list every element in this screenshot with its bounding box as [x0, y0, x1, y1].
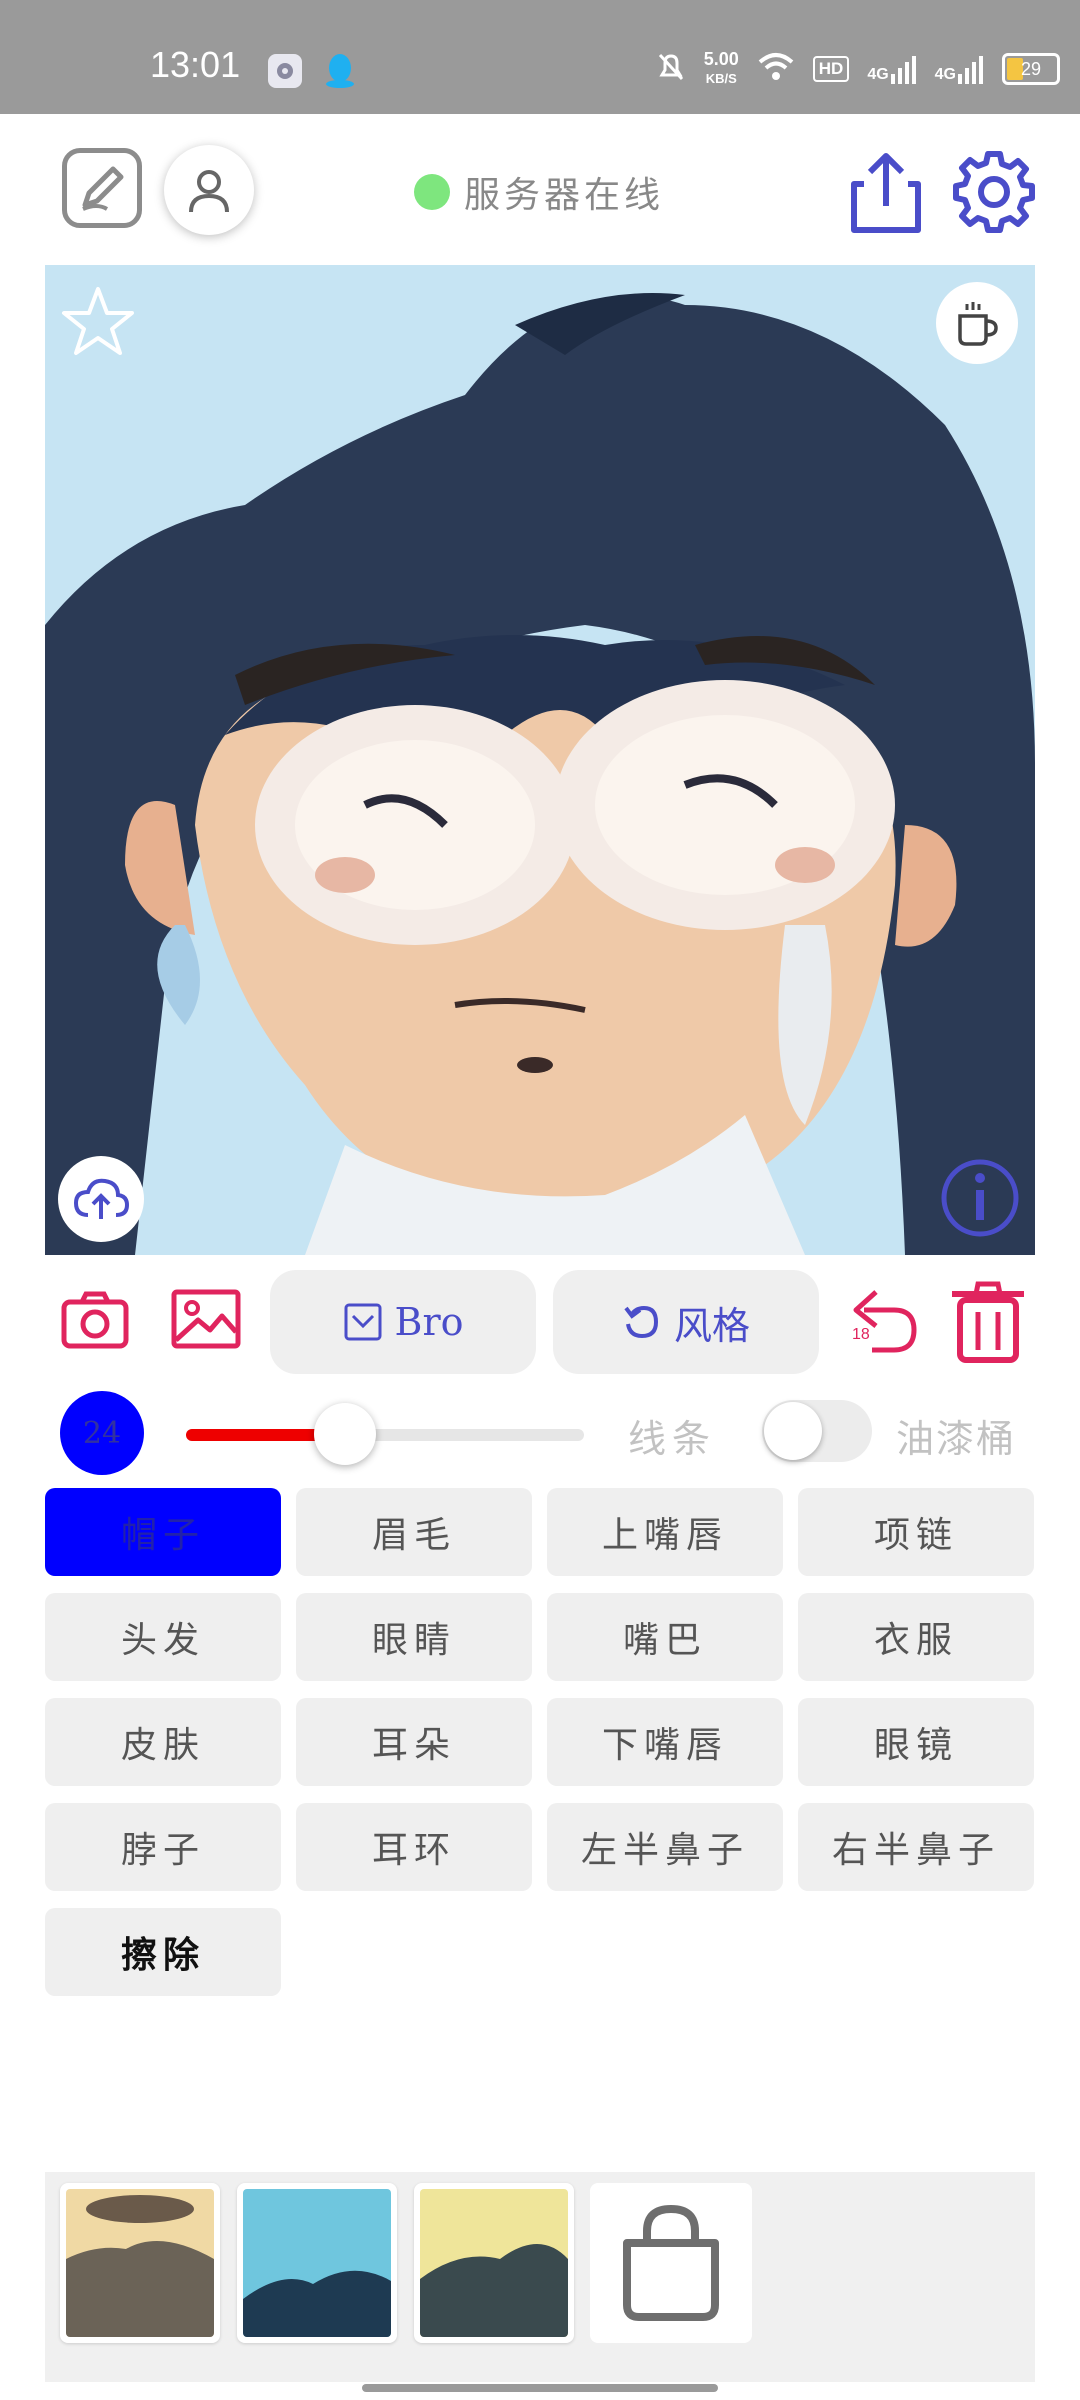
edit-button[interactable] [62, 148, 142, 228]
wifi-icon [757, 52, 795, 87]
part-button[interactable]: 眼睛 [296, 1593, 532, 1681]
delete-button[interactable] [948, 1280, 1028, 1368]
edit-icon [82, 166, 124, 211]
part-button[interactable]: 左半鼻子 [547, 1803, 783, 1891]
network-speed: 5.00 KB/S [703, 49, 739, 86]
part-button[interactable]: 帽子 [45, 1488, 281, 1576]
part-button[interactable]: 衣服 [798, 1593, 1034, 1681]
part-button[interactable]: 脖子 [45, 1803, 281, 1891]
hd-badge: HD [812, 56, 850, 82]
refresh-icon [624, 1305, 658, 1339]
brush-size-indicator[interactable]: 24 [60, 1391, 144, 1475]
battery-icon: 29 [1002, 53, 1060, 85]
part-button[interactable]: 下嘴唇 [547, 1698, 783, 1786]
part-button[interactable]: 嘴巴 [547, 1593, 783, 1681]
server-status: 服务器在线 [414, 166, 664, 218]
style-thumbnail[interactable] [237, 2183, 397, 2343]
part-button[interactable]: 项链 [798, 1488, 1034, 1576]
share-icon [851, 153, 921, 233]
style-button[interactable]: 风格 [553, 1270, 819, 1374]
gesture-navigation-bar[interactable] [362, 2384, 718, 2392]
part-button[interactable]: 耳环 [296, 1803, 532, 1891]
status-bar: 13:01 5.00 KB/S HD 4G 4G 29 [0, 0, 1080, 114]
gallery-button[interactable] [170, 1288, 242, 1354]
settings-button[interactable] [952, 150, 1036, 238]
status-time: 13:01 [150, 44, 241, 85]
signal-icon: 4G [867, 54, 916, 84]
image-icon [171, 1289, 241, 1349]
camera-button[interactable] [60, 1290, 130, 1354]
style-thumbnail-image [243, 2189, 391, 2337]
part-button[interactable]: 眉毛 [296, 1488, 532, 1576]
mute-icon [656, 51, 686, 88]
server-status-text: 服务器在线 [464, 175, 665, 216]
paint-bucket-label: 油漆桶 [896, 1417, 1017, 1461]
info-button[interactable] [938, 1156, 1022, 1244]
style-label: 风格 [673, 1303, 750, 1348]
brush-size-slider[interactable] [186, 1429, 584, 1441]
style-thumbnail-image [66, 2189, 214, 2337]
favorite-button[interactable] [60, 285, 136, 361]
gear-icon [953, 151, 1035, 233]
coffee-cup-icon [958, 302, 998, 346]
star-icon [62, 287, 134, 355]
checkbox-icon [344, 1303, 382, 1341]
part-button[interactable]: 上嘴唇 [547, 1488, 783, 1576]
user-icon [189, 170, 229, 213]
qq-icon [322, 50, 358, 94]
brush-size-slider-thumb[interactable] [314, 1403, 377, 1465]
undo-button[interactable]: 18 [842, 1282, 922, 1362]
settings-notification-icon [268, 54, 302, 88]
trash-icon [952, 1281, 1024, 1363]
anime-portrait-image [45, 265, 1035, 1255]
bro-button[interactable]: Bro [270, 1270, 536, 1374]
paint-bucket-toggle[interactable] [762, 1400, 872, 1462]
paint-bucket-toggle-knob [764, 1402, 822, 1460]
undo-icon [853, 1290, 917, 1353]
style-thumbnail[interactable] [60, 2183, 220, 2343]
coffee-button[interactable] [936, 282, 1018, 364]
user-button[interactable] [164, 145, 254, 235]
part-button[interactable]: 擦除 [45, 1908, 281, 1996]
part-button[interactable]: 眼镜 [798, 1698, 1034, 1786]
part-button[interactable]: 耳朵 [296, 1698, 532, 1786]
parts-grid: 帽子 眉毛 上嘴唇 项链头发 眼睛 嘴巴 衣服皮肤 耳朵 下嘴唇 眼镜脖子 耳环 左半鼻子 右半鼻子擦除 [45, 1488, 1035, 1996]
drawing-canvas[interactable] [45, 265, 1035, 1255]
shop-button[interactable] [590, 2183, 752, 2343]
shopping-bag-icon [623, 2204, 719, 2321]
undo-count: 18 [852, 1326, 870, 1343]
camera-icon [61, 1291, 129, 1349]
bro-label: Bro [394, 1300, 464, 1344]
share-button[interactable] [848, 150, 924, 238]
cloud-upload-icon [73, 1178, 130, 1219]
part-button[interactable]: 头发 [45, 1593, 281, 1681]
style-thumbnail[interactable] [414, 2183, 574, 2343]
server-status-dot [414, 174, 450, 210]
part-button[interactable]: 皮肤 [45, 1698, 281, 1786]
signal-icon-2: 4G [935, 54, 984, 84]
part-button[interactable]: 右半鼻子 [798, 1803, 1034, 1891]
lines-label: 线条 [628, 1417, 717, 1461]
style-thumbnail-image [420, 2189, 568, 2337]
status-icons: 5.00 KB/S HD 4G 4G 29 [656, 44, 1060, 94]
cloud-upload-button[interactable] [58, 1156, 144, 1242]
info-icon [941, 1159, 1019, 1237]
